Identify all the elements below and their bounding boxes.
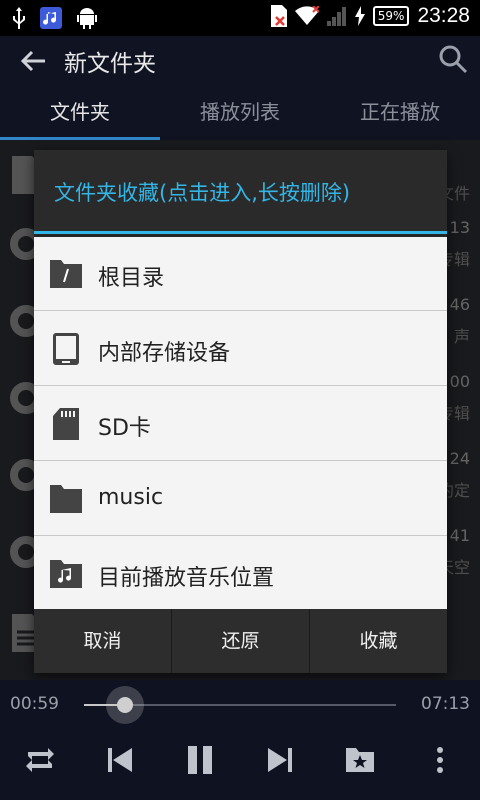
total-time: 07:13 <box>421 694 470 714</box>
current-time: 00:59 <box>10 694 59 714</box>
sim-no-signal-icon <box>270 5 287 27</box>
favorite-item-sd-card[interactable]: SD卡 <box>34 387 447 461</box>
wifi-icon <box>294 6 319 26</box>
clock: 23:28 <box>417 4 470 27</box>
cancel-button[interactable]: 取消 <box>34 609 172 673</box>
seek-bar[interactable] <box>84 686 396 724</box>
seek-thumb[interactable] <box>116 697 133 713</box>
dialog-header: 文件夹收藏(点击进入,长按删除) <box>34 150 447 234</box>
music-folder-icon <box>50 560 82 588</box>
folder-icon <box>50 485 82 513</box>
folder-title: 新文件夹 <box>64 51 156 77</box>
android-icon <box>77 8 97 29</box>
favorite-item-label: 目前播放音乐位置 <box>98 566 275 591</box>
music-app-icon <box>40 7 62 29</box>
phone-storage-icon <box>53 333 79 365</box>
favorite-item-root[interactable]: 根目录 <box>34 237 447 311</box>
favorite-item-internal-storage[interactable]: 内部存储设备 <box>34 312 447 386</box>
repeat-icon[interactable] <box>20 740 60 780</box>
system-icons: 59% 23:28 <box>270 4 470 28</box>
status-bar: 59% 23:28 <box>0 0 480 36</box>
dialog-actions: 取消 还原 收藏 <box>34 609 447 673</box>
tab-now-playing[interactable]: 正在播放 <box>320 88 480 140</box>
signal-icon <box>326 7 346 26</box>
favorite-folders-dialog: 文件夹收藏(点击进入,长按删除) 根目录 内部存储设备 SD卡 music 目前… <box>34 150 447 673</box>
previous-icon[interactable] <box>100 740 140 780</box>
pause-icon[interactable] <box>180 740 220 780</box>
tab-playlists[interactable]: 播放列表 <box>160 88 320 140</box>
usb-icon <box>13 7 25 29</box>
back-arrow-icon[interactable] <box>18 46 48 76</box>
sd-card-icon <box>53 408 79 440</box>
favorite-folder-icon[interactable] <box>340 740 380 780</box>
notification-icons <box>12 6 98 30</box>
tab-bar: 文件夹 播放列表 正在播放 <box>0 88 480 140</box>
player-bar: 00:59 07:13 <box>0 680 480 800</box>
favorite-item-label: SD卡 <box>98 416 151 441</box>
app-bar: 新文件夹 文件夹 播放列表 正在播放 <box>0 36 480 140</box>
favorite-button[interactable]: 收藏 <box>310 609 447 673</box>
favorite-item-label: 根目录 <box>98 266 165 291</box>
root-folder-icon <box>50 260 82 288</box>
restore-button[interactable]: 还原 <box>172 609 310 673</box>
search-icon[interactable] <box>438 44 468 74</box>
favorite-item-current-location[interactable]: 目前播放音乐位置 <box>34 537 447 611</box>
favorite-item-label: music <box>98 485 164 510</box>
next-icon[interactable] <box>260 740 300 780</box>
tab-folders[interactable]: 文件夹 <box>0 88 160 140</box>
favorite-folder-list: 根目录 内部存储设备 SD卡 music 目前播放音乐位置 <box>34 237 447 609</box>
playback-controls <box>0 734 480 784</box>
battery-level: 59% <box>372 6 410 26</box>
favorite-item-music[interactable]: music <box>34 462 447 536</box>
favorite-item-label: 内部存储设备 <box>98 341 231 366</box>
dialog-title: 文件夹收藏(点击进入,长按删除) <box>54 181 351 205</box>
more-options-icon[interactable] <box>420 740 460 780</box>
charging-icon <box>354 6 365 26</box>
